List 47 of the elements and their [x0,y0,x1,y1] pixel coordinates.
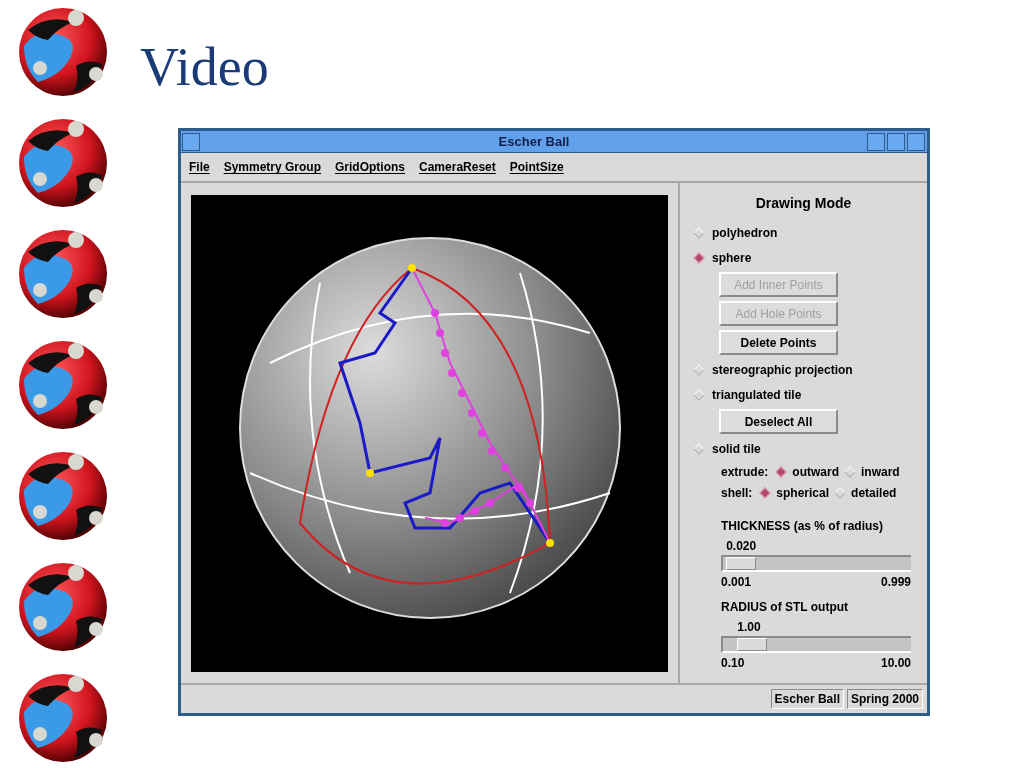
status-label: Spring 2000 [846,689,923,709]
slider-label: THICKNESS (as % of radius) [721,518,885,535]
menu-item[interactable]: File [189,158,210,176]
minimize-button[interactable] [867,132,885,151]
panel-button[interactable]: Delete Points [719,330,838,355]
menu-item[interactable]: GridOptions [335,158,406,176]
ball-icon [17,450,108,542]
slider-label: RADIUS of STL output [721,599,850,616]
ball-icon [17,339,108,431]
status-label: Escher Ball [770,689,844,709]
close-button[interactable] [907,132,925,151]
menu-item[interactable]: PointSize [509,158,564,176]
radio-label: sphere [712,249,752,267]
slider-track[interactable] [721,555,911,572]
ball-icon [17,228,108,320]
option-label: shell: [721,484,753,502]
radio-label: polyhedron [712,224,778,242]
window-menu-button[interactable] [182,132,200,151]
slider-track[interactable] [721,636,911,653]
panel-heading: Drawing Mode [755,194,852,213]
slider-min: 0.001 [721,574,752,591]
ball-icon [17,672,108,764]
ball-icon [17,117,108,209]
slider-reading: 1.00 [737,619,762,636]
maximize-button[interactable] [887,132,905,151]
slider-thumb[interactable] [737,638,768,651]
radio-label: solid tile [712,440,761,458]
ball-icon [17,6,108,98]
radio-label: stereographic projection [712,361,853,379]
radio-label: triangulated tile [712,386,802,404]
radio-label: outward [792,463,839,481]
radio-label: inward [861,463,900,481]
slider-reading: 0.020 [726,538,758,555]
menu-item[interactable]: CameraReset [419,158,496,176]
slider-max: 10.00 [880,655,911,672]
slider-thumb[interactable] [726,557,757,570]
panel-button[interactable]: Deselect All [719,409,838,434]
ball-icon [17,561,108,653]
window-title: Escher Ball [497,132,571,151]
menu-item[interactable]: Symmetry Group [223,158,322,176]
option-label: extrude: [721,463,769,481]
radio-label: detailed [851,484,897,502]
radio-button[interactable] [775,465,787,478]
slider-max: 0.999 [880,574,911,591]
slider-min: 0.10 [721,655,745,672]
radio-label: spherical [776,484,830,502]
slide-title: Video [140,40,270,99]
